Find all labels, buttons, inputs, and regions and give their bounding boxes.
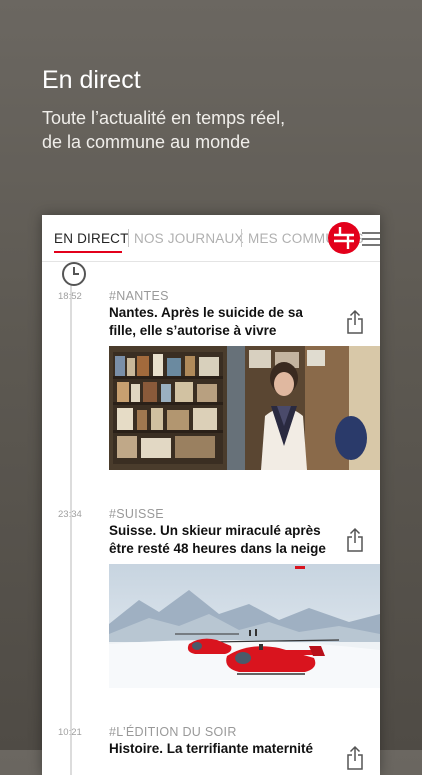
promo-title: En direct [42, 66, 141, 94]
article-headline[interactable]: Histoire. La terrifiante maternité [109, 740, 331, 758]
clock-icon [62, 262, 86, 286]
article-headline[interactable]: Nantes. Après le suicide de sa fille, el… [109, 304, 331, 340]
article-tag[interactable]: #NANTES [109, 289, 169, 303]
tab-nos-journaux[interactable]: NOS JOURNAUX [134, 231, 244, 246]
article-time: 18:52 [58, 291, 82, 302]
tab-separator [128, 229, 129, 247]
newspaper-logo-icon[interactable] [328, 222, 360, 254]
share-icon[interactable] [346, 309, 364, 335]
tab-bar: EN DIRECT NOS JOURNAUX MES COMMUNES [42, 215, 380, 262]
promo-subtitle-line2: de la commune au monde [42, 132, 251, 152]
tab-en-direct[interactable]: EN DIRECT [54, 231, 129, 246]
share-icon[interactable] [346, 527, 364, 553]
promo-subtitle-line1: Toute l’actualité en temps réel, [42, 108, 286, 128]
share-icon[interactable] [346, 745, 364, 771]
article-tag[interactable]: #SUISSE [109, 507, 164, 521]
woman-in-library-photo[interactable] [109, 346, 380, 470]
article-headline[interactable]: Suisse. Un skieur miraculé après être re… [109, 522, 331, 558]
article-time: 10:21 [58, 727, 82, 738]
rescue-helicopter-snow-photo[interactable] [109, 564, 380, 688]
promo-subtitle: Toute l’actualité en temps réel, de la c… [42, 106, 372, 154]
timeline-line [70, 285, 72, 775]
hamburger-menu-icon[interactable] [362, 232, 380, 246]
article-time: 23:34 [58, 509, 82, 520]
active-tab-indicator [54, 251, 122, 253]
tab-separator [241, 229, 242, 247]
phone-screen: EN DIRECT NOS JOURNAUX MES COMMUNES 18:5… [42, 215, 380, 775]
article-tag[interactable]: #L’ÉDITION DU SOIR [109, 725, 237, 739]
